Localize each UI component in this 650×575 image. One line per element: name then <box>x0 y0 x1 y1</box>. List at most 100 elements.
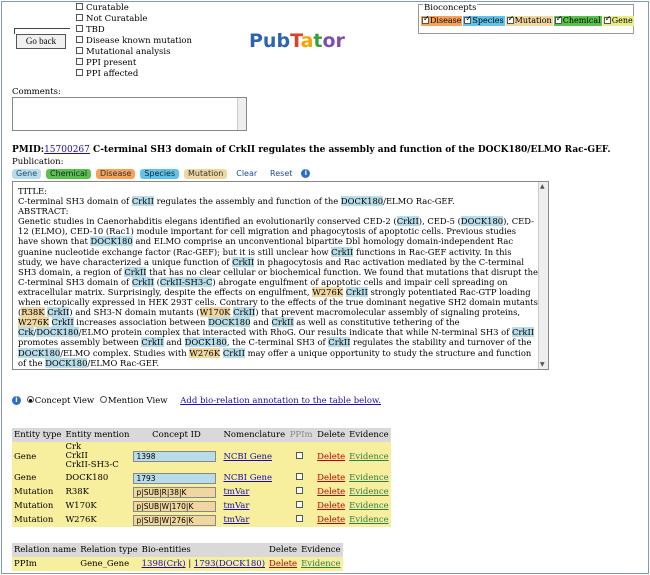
evidence-link[interactable]: Evidence <box>349 501 388 511</box>
chemical-button[interactable]: Chemical <box>46 169 92 179</box>
option-label: Disease known mutation <box>86 36 193 46</box>
concept-view-radio[interactable] <box>26 396 34 403</box>
concept-id-input[interactable]: p|SUB|R|38|K <box>133 486 217 498</box>
info-icon[interactable]: i <box>12 396 21 405</box>
text-scrollbar[interactable]: ▲ ▼ <box>538 182 548 369</box>
bioconcepts-legend: Bioconcepts <box>423 3 478 13</box>
checkbox[interactable] <box>76 3 83 10</box>
comments-textarea[interactable] <box>12 97 247 131</box>
annotated-text-area[interactable]: TITLE: C-terminal SH3 domain of CrkII re… <box>12 181 549 370</box>
delete-link[interactable]: Delete <box>317 487 345 497</box>
delete-link[interactable]: Delete <box>317 473 345 483</box>
annotated-text: TITLE: C-terminal SH3 domain of CrkII re… <box>18 186 538 368</box>
checkbox[interactable] <box>76 47 83 54</box>
pmid-link[interactable]: 15700267 <box>44 145 90 155</box>
view-toggle-row: i Concept View Mention View Add bio-rela… <box>12 396 381 406</box>
table-row: Mutation W170K p|SUB|W|170|K tmVar Delet… <box>12 499 391 513</box>
option-ppi-present[interactable]: PPI present <box>76 58 192 69</box>
checkbox[interactable] <box>422 14 430 24</box>
ppim-checkbox[interactable] <box>296 501 304 508</box>
nomenclature-link[interactable]: tmVar <box>223 487 249 497</box>
mutation-button[interactable]: Mutation <box>184 169 228 179</box>
scroll-up-icon[interactable]: ▲ <box>540 183 545 190</box>
table-row: PPIm Gene_Gene 1398(Crk) | 1793(DOCK180)… <box>12 557 343 571</box>
delete-link[interactable]: Delete <box>269 559 297 569</box>
nomenclature-link[interactable]: NCBI Gene <box>223 473 272 483</box>
table-row: Gene DOCK180 1793 NCBI Gene Delete Evide… <box>12 471 391 485</box>
ppim-checkbox[interactable] <box>296 515 304 522</box>
publication-label: Publication: <box>12 157 64 167</box>
ppim-checkbox[interactable] <box>296 451 304 459</box>
table-row: Mutation W276K p|SUB|W|276|K tmVar Delet… <box>12 513 391 527</box>
option-curatable[interactable]: Curatable <box>76 3 192 14</box>
comments-label: Comments: <box>12 87 61 97</box>
bio-entity-link[interactable]: 1793(DOCK180) <box>194 559 265 569</box>
evidence-link[interactable]: Evidence <box>301 559 340 569</box>
bioconcept-disease[interactable]: Disease <box>421 14 463 26</box>
option-label: Curatable <box>86 3 129 13</box>
concept-id-input[interactable]: 1793 <box>133 472 217 484</box>
option-label: Not Curatable <box>86 14 148 24</box>
option-label: PPI affected <box>86 69 139 79</box>
checkbox[interactable] <box>554 14 562 24</box>
checkbox[interactable] <box>464 14 472 24</box>
add-relation-link[interactable]: Add bio-relation annotation to the table… <box>180 396 381 406</box>
bioconcept-species[interactable]: Species <box>463 14 505 26</box>
info-icon[interactable]: i <box>301 169 311 178</box>
concept-id-input[interactable]: p|SUB|W|276|K <box>133 514 217 526</box>
bioconcepts-panel: Bioconcepts DiseaseSpeciesMutationChemic… <box>418 3 634 34</box>
scroll-down-icon[interactable]: ▼ <box>540 361 545 368</box>
checkbox[interactable] <box>506 14 514 24</box>
checkbox[interactable] <box>76 14 83 21</box>
evidence-link[interactable]: Evidence <box>349 452 388 462</box>
checkbox[interactable] <box>76 69 83 76</box>
reset-button[interactable]: Reset <box>266 169 296 179</box>
title-label: TITLE: <box>18 186 47 196</box>
evidence-link[interactable]: Evidence <box>349 515 388 525</box>
bio-entity-link[interactable]: 1398(Crk) <box>142 559 186 569</box>
entity-table: Entity type Entity mention Concept ID No… <box>12 428 391 527</box>
ppim-checkbox[interactable] <box>296 473 304 480</box>
title-text: C-terminal SH3 domain of CrkII regulates… <box>18 196 455 207</box>
checkbox[interactable] <box>76 58 83 65</box>
checkbox[interactable] <box>76 25 83 32</box>
table-row: Mutation R38K p|SUB|R|38|K tmVar Delete … <box>12 485 391 499</box>
ppim-checkbox[interactable] <box>296 487 304 494</box>
concept-id-input[interactable]: 1398 <box>133 451 217 462</box>
bioconcept-chemical[interactable]: Chemical <box>553 14 602 26</box>
option-ppi-affected[interactable]: PPI affected <box>76 69 192 80</box>
bioconcept-mutation[interactable]: Mutation <box>505 14 553 26</box>
delete-link[interactable]: Delete <box>317 501 345 511</box>
nomenclature-link[interactable]: tmVar <box>223 515 249 525</box>
option-label: PPI present <box>86 58 137 68</box>
nomenclature-link[interactable]: NCBI Gene <box>223 452 272 462</box>
disease-button[interactable]: Disease <box>96 169 136 179</box>
evidence-link[interactable]: Evidence <box>349 473 388 483</box>
option-mutational-analysis[interactable]: Mutational analysis <box>76 47 192 58</box>
relation-table: Relation name Relation type Bio-entities… <box>12 543 343 571</box>
go-back-button[interactable]: Go back <box>16 34 66 49</box>
option-not-curatable[interactable]: Not Curatable <box>76 14 192 25</box>
evidence-link[interactable]: Evidence <box>349 487 388 497</box>
pubtator-logo: PubTator <box>249 30 345 52</box>
delete-link[interactable]: Delete <box>317 452 345 462</box>
option-tbd[interactable]: TBD <box>76 25 192 36</box>
species-button[interactable]: Species <box>140 169 180 179</box>
abstract-text: Genetic studies in Caenorhabditis elegan… <box>18 216 538 368</box>
concept-id-input[interactable]: p|SUB|W|170|K <box>133 500 217 512</box>
option-disease-known-mutation[interactable]: Disease known mutation <box>76 36 192 47</box>
mention-view-radio[interactable] <box>99 396 107 403</box>
nomenclature-link[interactable]: tmVar <box>223 501 249 511</box>
comments-scrollbar[interactable] <box>237 98 246 130</box>
clear-button[interactable]: Clear <box>232 169 261 179</box>
article-heading: PMID:15700267 C-terminal SH3 domain of C… <box>12 145 611 155</box>
option-label: TBD <box>86 25 105 35</box>
delete-link[interactable]: Delete <box>317 515 345 525</box>
checkbox[interactable] <box>603 14 611 24</box>
table-row: Gene Crk CrkII CrkII-SH3-C 1398 NCBI Gen… <box>12 442 391 471</box>
checkbox[interactable] <box>76 36 83 43</box>
article-title: C-terminal SH3 domain of CrkII regulates… <box>93 145 611 155</box>
bioconcept-gene[interactable]: Gene <box>602 14 634 26</box>
curation-checklist: Curatable Not Curatable TBD Disease know… <box>76 3 192 80</box>
gene-button[interactable]: Gene <box>12 169 42 179</box>
